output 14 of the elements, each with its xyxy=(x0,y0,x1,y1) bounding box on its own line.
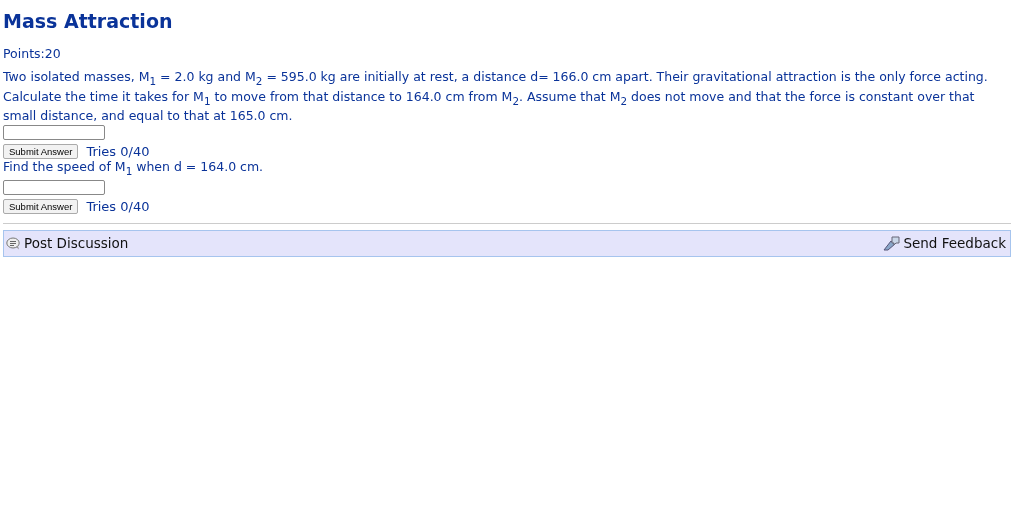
speech-bubble-icon xyxy=(6,236,21,250)
tries-counter: Tries 0/40 xyxy=(86,144,150,159)
feedback-icon xyxy=(883,235,901,251)
answer-field[interactable] xyxy=(3,125,105,140)
submit-button[interactable]: Submit Answer xyxy=(3,198,79,214)
tries-counter: Tries 0/40 xyxy=(86,198,150,214)
question-text: Two isolated masses, M$_{1}$ = 2.0 kg and M$_{2}$ = 595.0 kg are initially at rest, a distance d= 166.0 cm apart. Their gravitational attraction is the only force acting. Calculate the time it takes for M$_{1}$ to move from that distance to 164.0 cm from M$_{2}$. Assume that M$_{2}$ does not move and that the force is constant over that small distance, and equal to that at 165.0 cm. xyxy=(3,69,989,124)
send-feedback-link[interactable]: Send Feedback xyxy=(883,235,1006,251)
submit-button[interactable]: Submit Answer xyxy=(3,144,79,159)
page-title: Mass Attraction xyxy=(3,10,174,32)
post-discussion-link[interactable]: Post Discussion xyxy=(6,235,129,251)
answer-field[interactable] xyxy=(3,179,105,195)
points-label: Points:20 xyxy=(3,46,62,61)
question-text: Find the speed of M$_{1}$ when d = 164.0 cm. xyxy=(3,159,265,179)
